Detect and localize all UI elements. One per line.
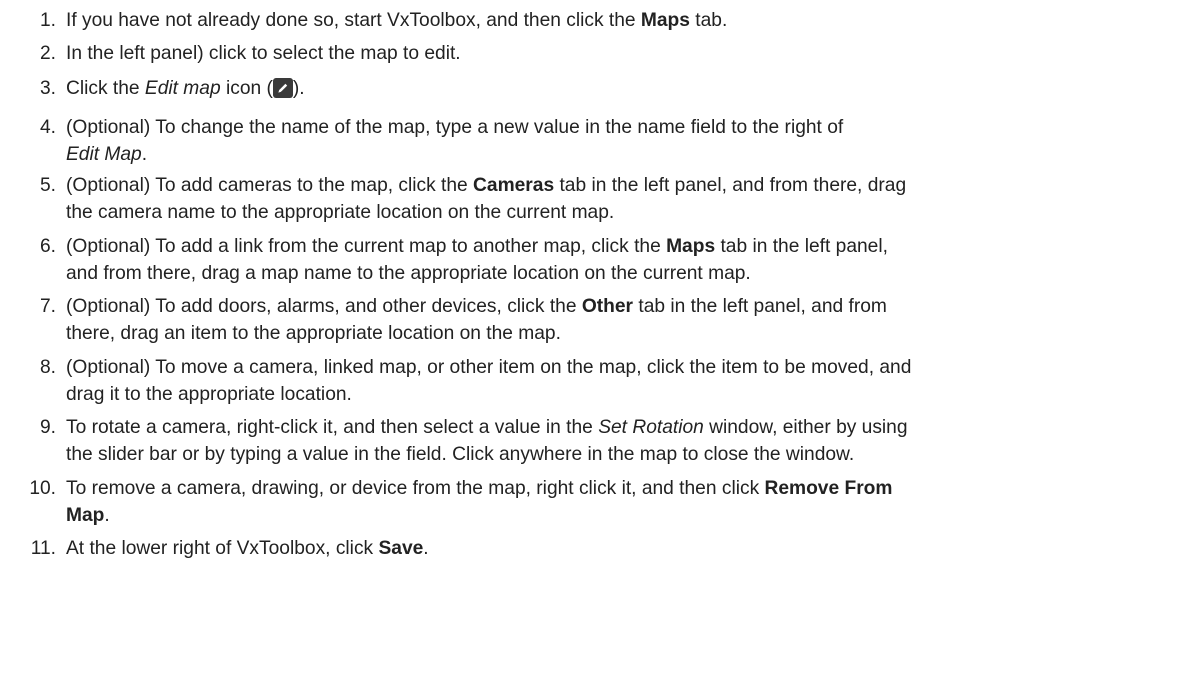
step-text: Click the Edit map icon (). (66, 75, 1181, 102)
step-number: 11. (30, 538, 56, 559)
edit-map-icon (272, 78, 293, 98)
step-text-part: To rotate a camera, right-click it, and … (66, 417, 599, 438)
step-text-part: (Optional) To change the name of the map… (66, 117, 844, 138)
step-text: (Optional) To add doors, alarms, and oth… (66, 293, 1181, 347)
step-text-part: the slider bar or by typing a value in t… (66, 444, 855, 465)
step-text-part: To remove a camera, drawing, or device f… (66, 478, 765, 499)
step-text-bold: Cameras (473, 175, 555, 196)
step-text: (Optional) To move a camera, linked map,… (66, 354, 1181, 408)
step-text-part: (Optional) To add a link from the curren… (66, 236, 667, 257)
step-text-bold: Map (66, 505, 105, 526)
step-number: 2. (39, 43, 56, 64)
step-number: 6. (39, 236, 56, 257)
step-number: 3. (39, 78, 56, 99)
step-text-part: and from there, drag a map name to the a… (66, 263, 751, 284)
step-text-bold: Remove From (764, 478, 893, 499)
step-text-italic: Set Rotation (598, 417, 704, 438)
step-text-bold: Save (378, 538, 424, 559)
step-text-bold: Maps (640, 10, 690, 31)
step-text: If you have not already done so, start V… (66, 7, 1181, 34)
step-text: To remove a camera, drawing, or device f… (66, 475, 1181, 529)
step-text-part: (Optional) To add cameras to the map, cl… (66, 175, 474, 196)
step-text-part: (Optional) To add doors, alarms, and oth… (66, 296, 582, 317)
step-text-part: icon ( (220, 78, 273, 99)
step-number: 1. (39, 10, 56, 31)
step-text: To rotate a camera, right-click it, and … (66, 414, 1181, 468)
step-number: 10. (29, 478, 56, 499)
step-text-italic: Edit Map (66, 144, 142, 165)
step-text-part: window, either by using (703, 417, 908, 438)
step-text-part: . (423, 538, 429, 559)
step-text-part: . (141, 144, 148, 165)
step-text-part: If you have not already done so, start V… (66, 10, 641, 31)
step-text-part: . (104, 505, 110, 526)
step-text-part: tab. (689, 10, 728, 31)
step-text: (Optional) To add a link from the curren… (66, 233, 1181, 287)
step-number: 9. (39, 417, 56, 438)
step-text-part: drag it to the appropriate location. (66, 384, 352, 405)
step-text-part: tab in the left panel, and from there, d… (554, 175, 907, 196)
step-text-part: In the left panel) click to select the m… (66, 43, 461, 64)
step-text: (Optional) To change the name of the map… (66, 114, 1181, 168)
step-text: At the lower right of VxToolbox, click S… (66, 535, 1181, 562)
step-number: 8. (39, 357, 56, 378)
step-text-part: the camera name to the appropriate locat… (66, 202, 615, 223)
step-text-part: (Optional) To move a camera, linked map,… (66, 357, 912, 378)
step-text-part: At the lower right of VxToolbox, click (66, 538, 379, 559)
step-number: 7. (39, 296, 56, 317)
step-text-part: tab in the left panel, and from (633, 296, 887, 317)
step-text-part: ). (292, 78, 305, 99)
step-text-italic: Edit map (144, 78, 221, 99)
step-number: 5. (39, 175, 56, 196)
step-text: (Optional) To add cameras to the map, cl… (66, 172, 1181, 226)
step-text-bold: Other (581, 296, 634, 317)
step-text-part: tab in the left panel, (715, 236, 888, 257)
step-text-part: there, drag an item to the appropriate l… (66, 323, 561, 344)
step-text: In the left panel) click to select the m… (66, 40, 1181, 67)
step-text-part: Click the (66, 78, 145, 99)
step-text-bold: Maps (666, 236, 716, 257)
step-number: 4. (39, 117, 56, 138)
